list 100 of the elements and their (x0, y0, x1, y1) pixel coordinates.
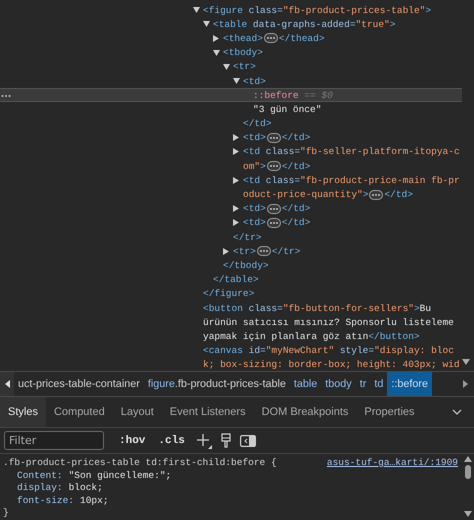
attribute-name: class= (264, 174, 300, 186)
selected-row[interactable]: ::before == $0 (0, 88, 462, 102)
filter-field[interactable]: Filter (4, 431, 104, 450)
html-tag: <td> (243, 217, 266, 228)
html-tag: <td (243, 174, 260, 186)
html-tag: <tr> (233, 246, 256, 257)
toolbar-button[interactable]: .cls (156, 434, 187, 446)
attribute-value: "display: bloc (374, 345, 454, 356)
chevron-down-icon[interactable] (452, 409, 462, 415)
node-text: yapmak için planlara göz atın (203, 330, 368, 342)
ellipsis-icon[interactable] (264, 33, 278, 44)
css-selector: .fb-product-prices-table td:first-child:before { (3, 457, 277, 470)
paintbrush-icon[interactable] (220, 432, 231, 448)
scrollbar-thumb[interactable] (465, 465, 471, 479)
node-text: ürünün satıcısı mısınız? Sponsorlu listeleme (203, 316, 454, 328)
ellipsis-icon[interactable] (266, 161, 281, 172)
tab[interactable]: Event Listeners (162, 397, 254, 427)
tab[interactable]: DOM Breakpoints (254, 397, 356, 427)
html-tag: <canvas (203, 345, 243, 356)
tab[interactable]: Computed (46, 397, 113, 427)
html-tag: </tbody> (223, 260, 269, 271)
expanded-arrow-icon[interactable] (193, 7, 200, 14)
property-name: display: (17, 482, 63, 494)
html-tag: <td> (243, 203, 266, 214)
attribute-value: oduct-price-quantity" (243, 189, 363, 200)
attribute-name: class= (248, 302, 283, 314)
expanded-arrow-icon[interactable] (213, 50, 220, 56)
html-tag: <tbody> (223, 47, 263, 58)
html-tag: </td> (282, 203, 310, 214)
expanded-arrow-icon[interactable] (203, 21, 210, 28)
expanded-arrow-icon[interactable] (223, 64, 230, 70)
breadcrumb-item[interactable]: tbody (321, 372, 356, 396)
ellipsis-icon[interactable] (369, 190, 384, 200)
caret-left-icon (4, 380, 10, 388)
collapsed-arrow-icon[interactable] (233, 219, 239, 226)
sidebar-toggle-icon[interactable] (240, 434, 256, 446)
scroll-down-icon[interactable] (464, 511, 472, 517)
breadcrumb-item[interactable]: tr (356, 372, 370, 396)
tab[interactable]: Properties (356, 397, 423, 427)
tab[interactable]: Layout (112, 397, 162, 427)
html-tag: </td> (282, 160, 310, 172)
html-tag: <td> (243, 132, 266, 144)
caret-right-icon (462, 380, 468, 388)
expanded-arrow-icon[interactable] (233, 78, 240, 84)
collapsed-arrow-icon[interactable] (213, 34, 219, 42)
node-text: Bu (420, 302, 432, 314)
tab[interactable]: Styles (0, 397, 46, 427)
collapsed-arrow-icon[interactable] (223, 248, 229, 255)
html-tag: <td (243, 146, 260, 158)
closing-brace: } (3, 507, 10, 520)
attribute-name: style= (338, 345, 374, 356)
html-tag: </td> (243, 118, 272, 130)
breadcrumb-item[interactable]: td (370, 372, 388, 396)
attribute-value: k; box-sizing: border-box; height: 403px; wid (203, 359, 460, 370)
pseudo-element: ::before (253, 90, 299, 101)
breadcrumb-item[interactable]: uct-prices-table-container (14, 372, 144, 396)
breadcrumb-item[interactable]: ::before (387, 372, 432, 396)
html-tag: </button> (368, 330, 420, 342)
html-tag: </table> (213, 274, 259, 286)
html-tag: <td> (243, 76, 266, 87)
attribute-name: id= (248, 345, 266, 356)
plus-icon[interactable] (196, 432, 212, 448)
html-tag: <table (213, 18, 248, 30)
ellipsis-icon[interactable] (266, 132, 281, 143)
attribute-value: "myNewChart" (266, 345, 334, 356)
attribute-value: om" (243, 160, 260, 172)
html-tag: <tr> (233, 61, 256, 72)
html-tag: > (414, 302, 420, 314)
collapsed-arrow-icon[interactable] (233, 134, 239, 142)
ellipsis-icon[interactable] (256, 246, 271, 256)
collapsed-arrow-icon[interactable] (233, 176, 239, 184)
html-tag: > (260, 160, 266, 172)
scroll-up-icon[interactable] (464, 456, 472, 462)
property-name: Content: (17, 470, 63, 482)
property-value: 10px; (80, 494, 109, 507)
breadcrumb-item[interactable]: figure.fb-product-prices-table (144, 372, 290, 396)
selection-marker: == $0 (303, 90, 333, 101)
html-tag: </figure> (203, 288, 254, 300)
attribute-value: "fb-button-for-sellers" (282, 302, 414, 314)
breadcrumb-item[interactable]: table (290, 372, 322, 396)
collapsed-arrow-icon[interactable] (233, 205, 239, 212)
html-tag: </tr> (272, 246, 300, 257)
html-tag: </thead> (278, 32, 325, 44)
scroll-left-button[interactable] (0, 372, 14, 396)
attribute-name: data-graphs-added= (252, 18, 356, 30)
attribute-value: "fb-product-price-main fb-pr (300, 174, 460, 186)
source-link[interactable]: asus-tuf-ga…karti/:1909 (326, 457, 458, 470)
ellipsis-icon[interactable] (266, 204, 281, 214)
ellipsis-icon[interactable] (266, 218, 281, 228)
attribute-name: class= (264, 146, 300, 158)
node-text: "3 gün önce" (253, 104, 322, 115)
html-tag: <figure (203, 4, 243, 16)
collapsed-arrow-icon[interactable] (233, 148, 239, 156)
more-icon[interactable] (1, 94, 11, 98)
html-tag: > (425, 4, 432, 16)
scroll-down-icon[interactable] (462, 359, 470, 365)
toolbar-button[interactable]: :hov (117, 434, 148, 446)
attribute-value: "fb-seller-platform-itopya-c (300, 146, 460, 158)
html-tag: > (390, 18, 396, 30)
attribute-value: "true" (356, 18, 390, 30)
